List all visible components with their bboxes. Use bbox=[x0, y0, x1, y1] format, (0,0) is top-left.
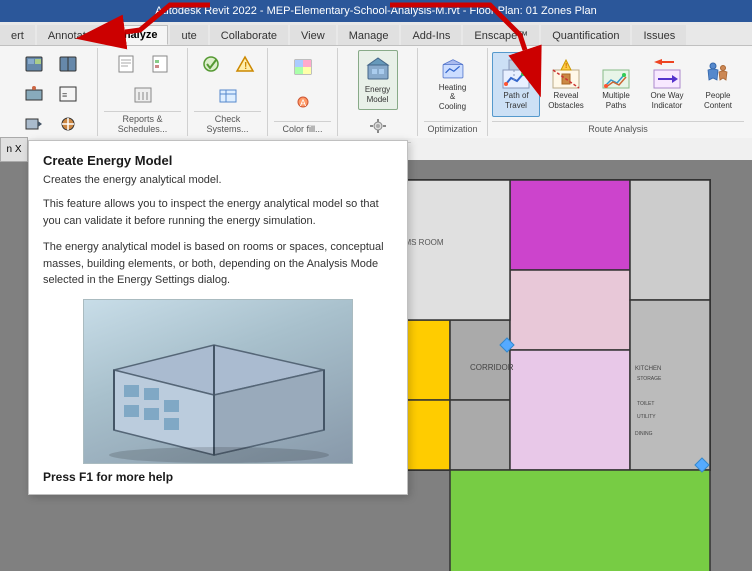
colorfill-buttons: A bbox=[274, 50, 331, 119]
report-btn-3[interactable] bbox=[127, 81, 159, 109]
svg-text:STORAGE: STORAGE bbox=[637, 376, 662, 382]
ribbon-group-reports: Reports & Schedules... bbox=[98, 48, 188, 136]
building-3d-svg bbox=[84, 300, 354, 465]
reports-buttons bbox=[104, 50, 181, 109]
tab-issues[interactable]: Issues bbox=[632, 25, 686, 45]
svg-text:CORRIDOR: CORRIDOR bbox=[470, 363, 514, 372]
tab-addins[interactable]: Add-Ins bbox=[401, 25, 461, 45]
zone-btn-3[interactable] bbox=[18, 80, 50, 108]
tab-collaborate[interactable]: Collaborate bbox=[210, 25, 288, 45]
ribbon-content: ≡ & Zone... Reports & Schedules... bbox=[0, 46, 752, 138]
svg-text:!: ! bbox=[565, 63, 567, 70]
energy-model-btn[interactable]: EnergyModel bbox=[358, 50, 398, 110]
ribbon-group-optimization: Heating &Cooling Optimization bbox=[418, 48, 488, 136]
tooltip-subtitle: Creates the energy analytical model. bbox=[43, 174, 393, 186]
colorfill-group-label: Color fill... bbox=[274, 121, 331, 134]
tooltip-body1: This feature allows you to inspect the e… bbox=[43, 196, 393, 229]
ribbon-group-energy: EnergyModel Energy bbox=[338, 48, 418, 136]
svg-text:TOILET: TOILET bbox=[637, 401, 654, 407]
route-analysis-group-label: Route Analysis bbox=[492, 121, 744, 134]
tab-annotate[interactable]: Annotate bbox=[37, 25, 103, 45]
zone-btn-5[interactable] bbox=[18, 110, 50, 138]
one-way-indicator-btn[interactable]: One WayIndicator bbox=[642, 52, 692, 117]
svg-text:UTILITY: UTILITY bbox=[637, 414, 656, 420]
ribbon-group-zone: ≡ & Zone... bbox=[4, 48, 98, 136]
zone-btn-6[interactable] bbox=[52, 110, 84, 138]
energy-settings-btn[interactable] bbox=[362, 112, 394, 140]
tab-manage[interactable]: Manage bbox=[338, 25, 400, 45]
energy-buttons: EnergyModel bbox=[344, 50, 411, 140]
zone-btn-1[interactable] bbox=[18, 50, 50, 78]
check-btn-2[interactable]: ! bbox=[229, 50, 261, 78]
reports-group-label: Reports & Schedules... bbox=[104, 111, 181, 134]
path-of-travel-btn[interactable]: Path ofTravel bbox=[492, 52, 540, 117]
tab-quantification[interactable]: Quantification bbox=[541, 25, 630, 45]
title-text: Autodesk Revit 2022 - MEP-Elementary-Sch… bbox=[155, 5, 596, 17]
multiple-paths-btn[interactable]: MultiplePaths bbox=[592, 52, 640, 117]
zone-buttons: ≡ bbox=[10, 50, 91, 138]
optimization-buttons: Heating &Cooling bbox=[433, 50, 473, 119]
optimization-group-label: Optimization bbox=[424, 121, 481, 134]
check-buttons: ! bbox=[194, 50, 261, 109]
colorfill-btn-1[interactable] bbox=[287, 53, 319, 81]
colorfill-btn-2[interactable]: A bbox=[287, 88, 319, 116]
people-content-btn[interactable]: PeopleContent bbox=[694, 52, 742, 117]
left-panel-label: n X bbox=[6, 144, 21, 155]
check-btn-3[interactable] bbox=[212, 81, 244, 109]
check-group-label: Check Systems... bbox=[194, 111, 261, 134]
svg-text:KITCHEN: KITCHEN bbox=[635, 366, 661, 372]
ribbon-group-check: ! Check Systems... bbox=[188, 48, 268, 136]
tooltip-popup: Create Energy Model Creates the energy a… bbox=[28, 140, 408, 495]
tooltip-body2: The energy analytical model is based on … bbox=[43, 239, 393, 289]
zone-btn-2[interactable] bbox=[52, 50, 84, 78]
svg-text:!: ! bbox=[244, 61, 247, 72]
ribbon-tabs: ert Annotate Analyze ute Collaborate Vie… bbox=[0, 22, 752, 46]
svg-text:A: A bbox=[300, 98, 306, 108]
tab-analyze[interactable]: Analyze bbox=[105, 25, 169, 45]
reveal-obstacles-btn[interactable]: ! RevealObstacles bbox=[542, 52, 590, 117]
svg-text:DINING: DINING bbox=[635, 431, 653, 437]
report-btn-1[interactable] bbox=[110, 50, 142, 78]
ribbon-group-route-analysis: Path ofTravel ! RevealObstacles Multiple… bbox=[488, 48, 748, 136]
report-btn-2[interactable] bbox=[144, 50, 176, 78]
zone-btn-4[interactable]: ≡ bbox=[52, 80, 84, 108]
tab-enscape[interactable]: Enscape™ bbox=[463, 25, 539, 45]
left-panel-toggle[interactable]: n X bbox=[0, 137, 28, 162]
tooltip-building-image bbox=[83, 299, 353, 464]
tooltip-title: Create Energy Model bbox=[43, 153, 393, 168]
svg-text:≡: ≡ bbox=[62, 90, 67, 100]
tab-ert[interactable]: ert bbox=[0, 25, 35, 45]
tooltip-footer: Press F1 for more help bbox=[43, 470, 393, 484]
route-analysis-buttons: Path ofTravel ! RevealObstacles Multiple… bbox=[492, 50, 744, 119]
title-bar: Autodesk Revit 2022 - MEP-Elementary-Sch… bbox=[0, 0, 752, 22]
ribbon-group-colorfill: A Color fill... bbox=[268, 48, 338, 136]
tab-ute[interactable]: ute bbox=[170, 25, 207, 45]
tab-view[interactable]: View bbox=[290, 25, 336, 45]
check-btn-1[interactable] bbox=[195, 50, 227, 78]
optimization-btn[interactable]: Heating &Cooling bbox=[433, 55, 473, 115]
